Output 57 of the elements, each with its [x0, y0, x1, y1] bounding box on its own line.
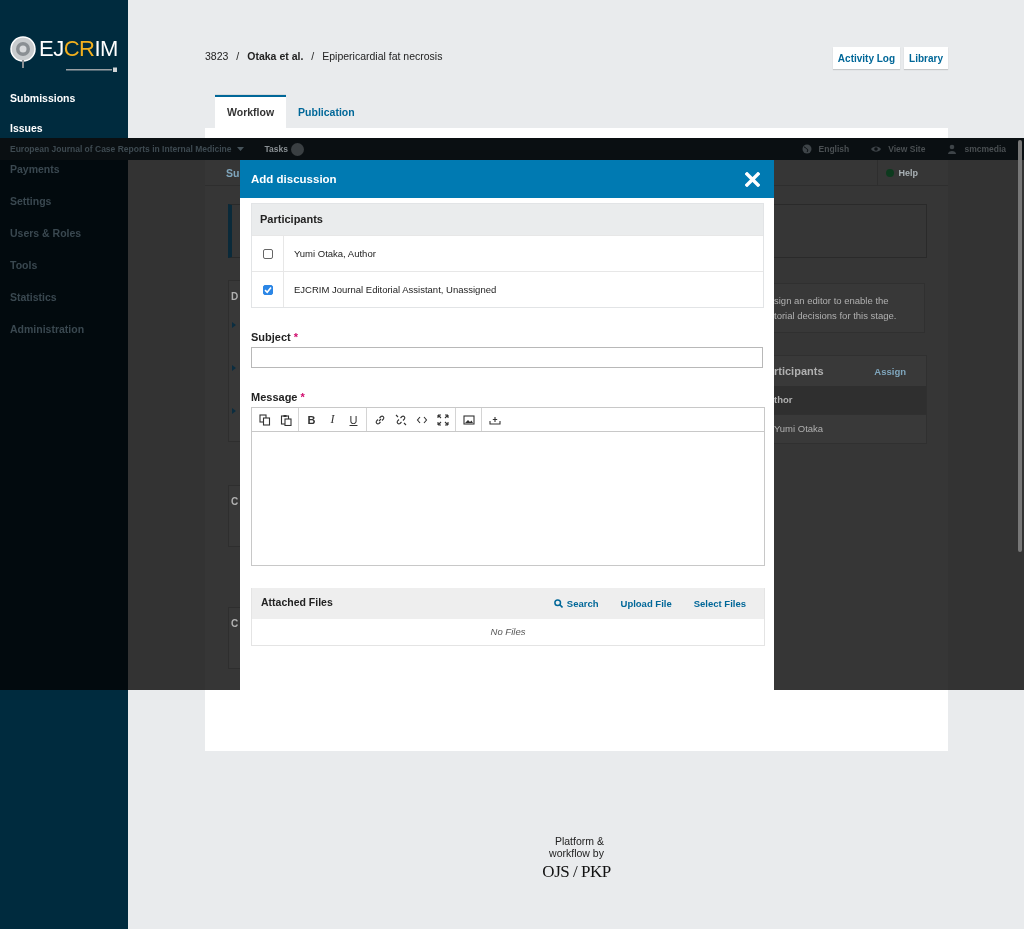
globe-icon: [801, 144, 812, 154]
breadcrumb-item[interactable]: Otaka et al.: [247, 50, 304, 62]
italic-button[interactable]: I: [322, 409, 343, 430]
checkbox[interactable]: [262, 248, 273, 259]
person-icon: [947, 144, 958, 154]
dimmed-heading: C: [231, 496, 239, 507]
field-label: Subject: [251, 331, 291, 345]
sidebar-item[interactable]: Submissions: [0, 92, 76, 122]
tasks-link[interactable]: Tasks: [264, 142, 304, 156]
table-header: Participants: [252, 204, 763, 235]
empty-message: No Files: [489, 625, 527, 639]
breadcrumb-item[interactable]: 3823: [205, 50, 229, 62]
action-link[interactable]: Select Files: [693, 598, 746, 609]
assign-link[interactable]: Assign: [874, 365, 906, 377]
breadcrumb-item: Epipericardial fat necrosis: [322, 50, 443, 62]
dimmed-heading: rticipants: [774, 365, 824, 377]
checkbox[interactable]: [262, 284, 273, 295]
tab[interactable]: Workflow: [215, 95, 287, 128]
header-button[interactable]: Activity Log: [832, 47, 901, 69]
table-cell-text: EJCRIM Journal Editorial Assistant, Unassigned: [293, 283, 497, 297]
dimmed-text: sign an editor to enable the: [774, 295, 890, 306]
breadcrumb-separator: /: [236, 50, 240, 62]
count-circle-icon: [291, 142, 304, 156]
info-icon: [886, 168, 895, 177]
table-cell-text: Yumi Otaka, Author: [293, 247, 376, 261]
dimmed-tab[interactable]: Su: [226, 166, 240, 179]
field-label: Message: [251, 391, 298, 405]
dialog-title: Add discussion: [251, 173, 337, 185]
dimmed-caret-icon: [232, 322, 236, 328]
help-button[interactable]: Help: [877, 160, 926, 185]
action-link[interactable]: Upload File: [620, 598, 672, 609]
header-button[interactable]: Library: [904, 47, 948, 69]
breadcrumb-separator: /: [311, 50, 315, 62]
search-icon: [553, 599, 563, 608]
dimmed-heading: C: [231, 618, 239, 629]
underline-button[interactable]: U: [343, 409, 364, 430]
required-mark: *: [300, 391, 305, 405]
caret-icon: [236, 147, 244, 151]
required-mark: *: [293, 331, 298, 345]
subject-field[interactable]: [251, 347, 763, 368]
platform-logo[interactable]: OJS / PKP: [542, 862, 611, 882]
dimmed-caret-icon: [232, 365, 236, 371]
eye-icon: [871, 144, 882, 154]
panel-title: Attached Files: [261, 595, 333, 608]
footer-text: Platform & workflow by: [549, 835, 604, 859]
scrollbar-thumb[interactable]: [1018, 140, 1022, 552]
dimmed-text: torial decisions for this stage.: [774, 310, 898, 321]
dimmed-caret-icon: [232, 408, 236, 414]
message-editor[interactable]: B I U: [251, 407, 765, 566]
tab[interactable]: Publication: [286, 95, 367, 128]
dimmed-heading: D: [231, 291, 239, 302]
logo-wordmark: EJCRIM: [39, 36, 118, 62]
search-link[interactable]: Search: [553, 598, 599, 609]
close-icon[interactable]: [745, 171, 760, 187]
logo-emblem-icon: [10, 36, 38, 70]
bold-button[interactable]: B: [301, 409, 322, 430]
logo-underline-icon: [66, 67, 118, 73]
